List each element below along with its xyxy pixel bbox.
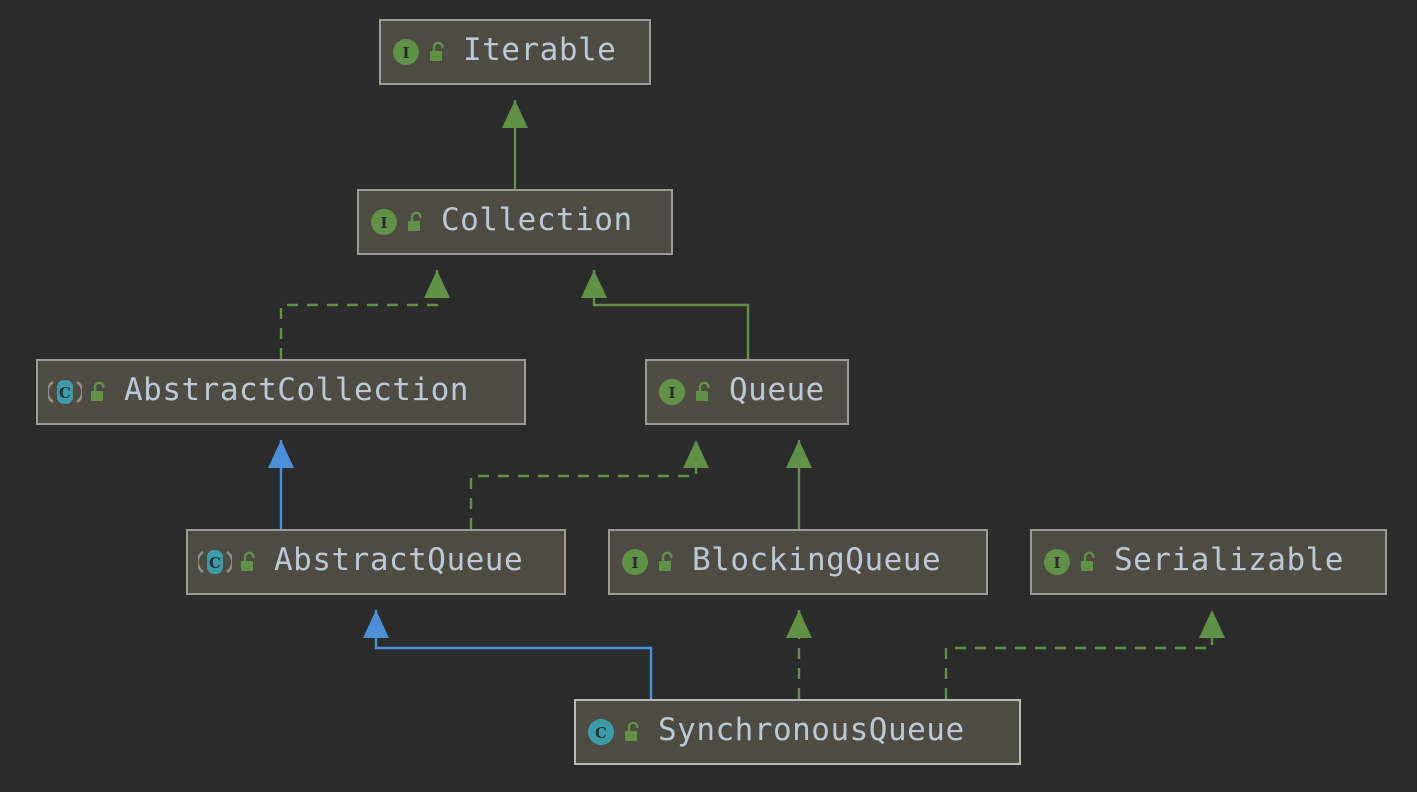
- edge-line: [944, 610, 1214, 699]
- uml-node-blocking-queue[interactable]: I BlockingQueue: [608, 529, 988, 595]
- node-label: Queue: [729, 372, 825, 408]
- edge-arrowhead: [1199, 610, 1225, 638]
- unlocked-public-icon: [88, 379, 110, 405]
- node-icon-group: I: [657, 377, 715, 407]
- unlocked-public-icon: [427, 39, 449, 65]
- interface-icon: I: [657, 377, 687, 407]
- edge-abstract-collection-implements-collection: [279, 270, 450, 359]
- edge-arrowhead: [268, 440, 294, 468]
- edge-arrowhead: [683, 440, 709, 468]
- interface-icon: I: [391, 37, 421, 67]
- edge-blocking-queue-extends-queue: [786, 440, 812, 529]
- svg-text:I: I: [668, 384, 675, 402]
- edge-abstract-queue-extends-abstract-collection: [268, 440, 294, 529]
- node-label: Collection: [441, 202, 633, 238]
- interface-icon: I: [1042, 547, 1072, 577]
- class-hierarchy-diagram: I Iterable I Collection C AbstractCollection I…: [0, 0, 1417, 792]
- svg-text:I: I: [380, 214, 387, 232]
- class-icon: C: [586, 717, 616, 747]
- edge-line: [469, 440, 698, 529]
- unlocked-public-icon: [238, 549, 260, 575]
- svg-text:C: C: [595, 724, 607, 742]
- edge-arrowhead: [424, 270, 450, 298]
- node-label: Iterable: [463, 32, 617, 68]
- edge-queue-extends-collection: [581, 270, 750, 359]
- svg-text:I: I: [402, 44, 409, 62]
- edge-arrowhead: [786, 610, 812, 638]
- abstract-class-icon: C: [198, 547, 232, 577]
- node-label: SynchronousQueue: [658, 712, 965, 748]
- node-icon-group: C: [198, 547, 260, 577]
- uml-node-abstract-queue[interactable]: C AbstractQueue: [186, 529, 566, 595]
- node-icon-group: C: [48, 377, 110, 407]
- interface-icon: I: [369, 207, 399, 237]
- edge-collection-extends-iterable: [502, 100, 528, 189]
- edge-line: [279, 270, 439, 359]
- svg-text:C: C: [59, 384, 71, 402]
- svg-text:I: I: [1053, 554, 1060, 572]
- edge-arrowhead: [502, 100, 528, 128]
- edge-synchronous-queue-implements-serializable: [944, 610, 1225, 699]
- uml-node-queue[interactable]: I Queue: [645, 359, 849, 425]
- edge-arrowhead: [786, 440, 812, 468]
- node-icon-group: C: [586, 717, 644, 747]
- node-icon-group: I: [1042, 547, 1100, 577]
- unlocked-public-icon: [1078, 549, 1100, 575]
- edge-synchronous-queue-extends-abstract-queue: [363, 610, 653, 699]
- node-label: AbstractQueue: [274, 542, 524, 578]
- node-icon-group: I: [369, 207, 427, 237]
- abstract-class-icon: C: [48, 377, 82, 407]
- node-icon-group: I: [391, 37, 449, 67]
- uml-node-abstract-collection[interactable]: C AbstractCollection: [36, 359, 526, 425]
- unlocked-public-icon: [622, 719, 644, 745]
- edge-arrowhead: [581, 270, 607, 298]
- uml-node-iterable[interactable]: I Iterable: [379, 19, 651, 85]
- node-label: Serializable: [1114, 542, 1344, 578]
- unlocked-public-icon: [405, 209, 427, 235]
- edge-line: [374, 610, 653, 699]
- svg-text:I: I: [631, 554, 638, 572]
- node-label: AbstractCollection: [124, 372, 469, 408]
- uml-node-collection[interactable]: I Collection: [357, 189, 673, 255]
- node-icon-group: I: [620, 547, 678, 577]
- node-label: BlockingQueue: [692, 542, 942, 578]
- svg-text:C: C: [209, 554, 221, 572]
- uml-node-synchronous-queue[interactable]: C SynchronousQueue: [574, 699, 1021, 765]
- edge-line: [592, 270, 750, 359]
- edge-arrowhead: [363, 610, 389, 638]
- unlocked-public-icon: [656, 549, 678, 575]
- unlocked-public-icon: [693, 379, 715, 405]
- edge-abstract-queue-implements-queue: [469, 440, 709, 529]
- edge-synchronous-queue-implements-blocking-queue: [786, 610, 812, 699]
- interface-icon: I: [620, 547, 650, 577]
- uml-node-serializable[interactable]: I Serializable: [1030, 529, 1387, 595]
